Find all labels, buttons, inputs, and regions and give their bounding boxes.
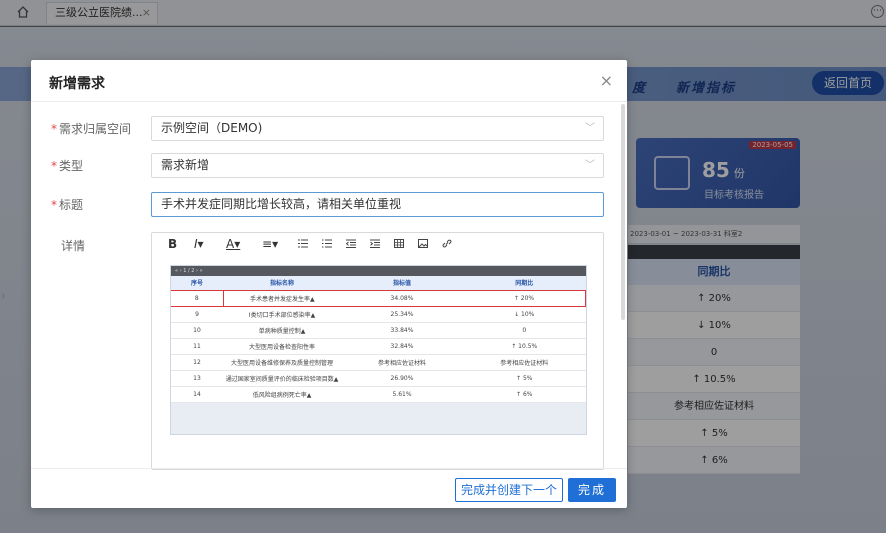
cell-yoy: 0 — [463, 322, 586, 339]
editor-toolbar: B I▾ A▾ ≡▾ — [152, 233, 603, 255]
cell-name: 大型医用设备检查阳性率 — [223, 338, 341, 355]
column-header: 指标值 — [341, 276, 463, 290]
cell-value: 33.84% — [341, 322, 463, 339]
type-select-value: 需求新增 — [161, 158, 210, 172]
embedded-indicator-table: 序号 指标名称 指标值 同期比 8 手术患者并发症发生率▲ 34.08% ↑ 2… — [171, 276, 586, 403]
column-header: 指标名称 — [223, 276, 341, 290]
table-row-highlighted: 8 手术患者并发症发生率▲ 34.08% ↑ 20% — [171, 289, 586, 307]
cell-value: 32.84% — [341, 338, 463, 355]
align-button[interactable]: ≡▾ — [262, 237, 278, 251]
embedded-screenshot: « ‹ 1 / 2 › » 序号 指标名称 指标值 同期比 8 手术患者并发症发… — [170, 265, 587, 435]
dialog-footer: 完成并创建下一个 完成 — [31, 468, 627, 508]
title-label: * 标题 — [51, 198, 84, 212]
cell-value: 5.61% — [341, 386, 463, 403]
numbered-list-icon[interactable] — [322, 239, 332, 248]
indent-icon[interactable] — [370, 239, 380, 248]
cell-value: 25.34% — [341, 306, 463, 323]
table-row: 12 大型医用设备维修保养及质量控制管理 参考相应佐证材料 参考相应佐证材料 — [171, 354, 586, 371]
cell-yoy: ↓ 10% — [463, 306, 586, 323]
bullet-list-icon[interactable] — [298, 239, 308, 248]
cell-value: 26.90% — [341, 370, 463, 387]
table-icon[interactable] — [394, 239, 404, 248]
cell-index: 12 — [171, 354, 223, 371]
type-select[interactable]: 需求新增 ﹀ — [151, 153, 604, 178]
dialog-scrollbar[interactable] — [621, 104, 625, 320]
table-row: 11 大型医用设备检查阳性率 32.84% ↑ 10.5% — [171, 338, 586, 355]
cell-yoy: ↑ 6% — [463, 386, 586, 403]
new-requirement-dialog: 新增需求 × * 需求归属空间 示例空间（DEMO) ﹀ * 类型 需求新增 ﹀ *… — [31, 60, 627, 508]
title-input[interactable]: 手术并发症同期比增长较高，请相关单位重视 — [151, 192, 604, 217]
cell-name: 手术患者并发症发生率▲ — [222, 289, 341, 307]
cell-index: 10 — [171, 322, 223, 339]
cell-name: 单病种质量控制▲ — [223, 322, 341, 339]
dialog-title: 新增需求 — [49, 76, 105, 92]
cell-name: 大型医用设备维修保养及质量控制管理 — [223, 354, 341, 371]
cell-index: 11 — [171, 338, 223, 355]
dialog-header: 新增需求 × — [31, 60, 627, 102]
font-color-button[interactable]: A▾ — [226, 237, 240, 251]
cell-index: 14 — [171, 386, 223, 403]
space-label: * 需求归属空间 — [51, 122, 132, 136]
cell-yoy: 参考相应佐证材料 — [463, 354, 586, 371]
table-row: 13 通过国家室间质量评价的临床检验项目数▲ 26.90% ↑ 5% — [171, 370, 586, 387]
chevron-down-icon: ﹀ — [585, 160, 595, 171]
cell-value: 参考相应佐证材料 — [341, 354, 463, 371]
cell-name: 通过国家室间质量评价的临床检验项目数▲ — [223, 370, 341, 387]
bold-button[interactable]: B — [168, 237, 177, 251]
cell-name: I类切口手术部位感染率▲ — [223, 306, 341, 323]
embed-pager-bar: « ‹ 1 / 2 › » — [171, 266, 586, 276]
detail-rich-editor[interactable]: B I▾ A▾ ≡▾ « ‹ 1 / 2 › » 序号 指标名称 指标值 同期比… — [151, 232, 604, 470]
outdent-icon[interactable] — [346, 239, 356, 248]
create-next-button[interactable]: 完成并创建下一个 — [455, 478, 563, 502]
table-row: 14 低风险组病例死亡率▲ 5.61% ↑ 6% — [171, 386, 586, 403]
cell-name: 低风险组病例死亡率▲ — [223, 386, 341, 403]
cell-value: 34.08% — [341, 289, 463, 307]
link-icon[interactable] — [442, 239, 452, 248]
cell-yoy: ↑ 20% — [463, 289, 586, 307]
space-select-value: 示例空间（DEMO) — [161, 121, 263, 135]
table-row: 10 单病种质量控制▲ 33.84% 0 — [171, 322, 586, 339]
space-select[interactable]: 示例空间（DEMO) ﹀ — [151, 116, 604, 141]
chevron-down-icon: ﹀ — [585, 123, 595, 134]
cell-index: 9 — [171, 306, 223, 323]
cell-index: 8 — [171, 289, 223, 307]
cell-yoy: ↑ 5% — [463, 370, 586, 387]
cell-yoy: ↑ 10.5% — [463, 338, 586, 355]
cell-index: 13 — [171, 370, 223, 387]
image-icon[interactable] — [418, 239, 428, 248]
column-header: 序号 — [171, 276, 223, 290]
done-button[interactable]: 完成 — [568, 478, 616, 502]
column-header: 同期比 — [463, 276, 586, 290]
detail-label: 详情 — [61, 239, 86, 253]
table-row: 9 I类切口手术部位感染率▲ 25.34% ↓ 10% — [171, 306, 586, 323]
type-label: * 类型 — [51, 159, 84, 173]
italic-button[interactable]: I▾ — [194, 237, 204, 251]
close-icon[interactable]: × — [600, 71, 613, 90]
